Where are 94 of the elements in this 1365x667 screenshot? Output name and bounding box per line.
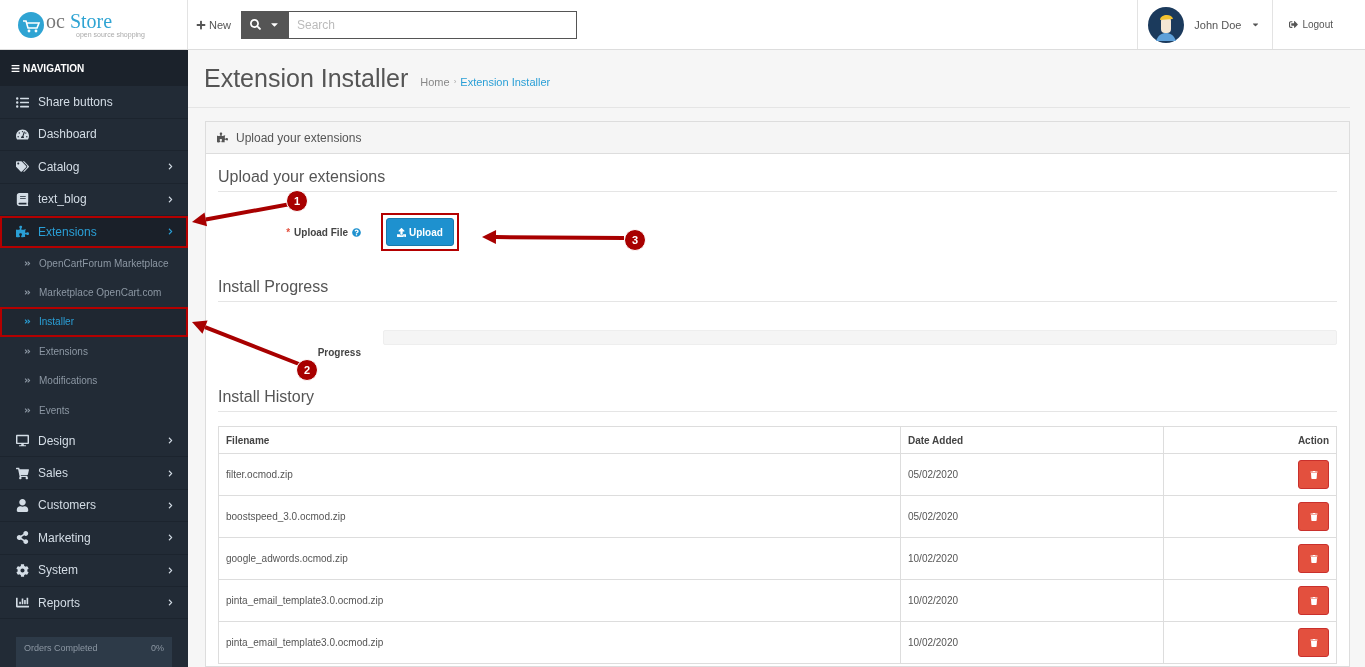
menu-icon [11, 63, 20, 73]
page-title: Extension Installer [204, 64, 409, 93]
table-cell: 05/02/2020 [900, 495, 1164, 538]
nav-subitem[interactable]: Extensions [0, 336, 188, 367]
table-cell: filter.ocmod.zip [218, 453, 901, 496]
section-heading: Install History [218, 382, 1337, 412]
cart-icon [16, 466, 29, 480]
puzzle-icon [16, 225, 29, 239]
double-chevron-icon [24, 289, 31, 296]
chevron-icon [167, 163, 174, 171]
nav-item[interactable]: System [0, 554, 188, 587]
table-cell: google_adwords.ocmod.zip [218, 537, 901, 580]
gear-icon [16, 563, 29, 577]
logo-text: oc Store [46, 11, 114, 31]
delete-button[interactable] [1298, 586, 1329, 615]
search-dropdown-button[interactable] [241, 10, 289, 39]
user-icon [16, 499, 29, 512]
share-icon [16, 531, 29, 545]
chevron-icon [167, 502, 174, 509]
trash-icon [1309, 554, 1318, 563]
nav-item[interactable]: text_blog [0, 183, 188, 216]
table-cell: pinta_email_template3.0.ocmod.zip [218, 621, 901, 664]
nav-item[interactable]: Marketing [0, 522, 188, 555]
sign-out-icon [1289, 20, 1299, 29]
upload-button[interactable]: Upload [386, 218, 454, 246]
nav-item[interactable]: Reports [0, 587, 188, 620]
table-cell: 10/02/2020 [900, 579, 1164, 622]
cart-logo-icon [18, 11, 44, 38]
navigation-heading: NAVIGATION [0, 50, 188, 87]
delete-button[interactable] [1298, 628, 1329, 657]
nav-item[interactable]: Dashboard [0, 118, 188, 152]
nav-item[interactable]: Customers [0, 489, 188, 523]
breadcrumb-separator: › [453, 77, 457, 86]
delete-button[interactable] [1298, 460, 1329, 489]
field-label: * Upload File [218, 226, 383, 238]
double-chevron-icon [24, 347, 31, 355]
panel-heading: Upload your extensions [206, 122, 1349, 154]
chevron-icon [167, 228, 174, 236]
plus-icon [196, 19, 206, 30]
gauge-icon [16, 127, 29, 141]
trash-icon [1309, 470, 1318, 479]
monitor-icon [16, 434, 29, 448]
double-chevron-icon [24, 406, 31, 414]
trash-icon [1309, 596, 1318, 605]
chevron-icon [167, 469, 174, 477]
nav-subitem[interactable]: Events [0, 395, 188, 425]
nav-item[interactable]: Design [0, 424, 188, 458]
logout-button[interactable]: Logout [1273, 0, 1365, 49]
nav-subitem[interactable]: Installer [0, 307, 188, 337]
column-header: Filename [218, 426, 901, 454]
puzzle-icon [217, 132, 228, 143]
trash-icon [1309, 512, 1318, 521]
nav-item[interactable]: Share buttons [0, 86, 188, 119]
nav-subitem[interactable]: OpenCartForum Marketplace [0, 248, 188, 278]
nav-subitem[interactable]: Marketplace OpenCart.com [0, 277, 188, 308]
nav-item[interactable]: Catalog [0, 151, 188, 184]
column-header: Date Added [900, 426, 1164, 454]
table-cell: 05/02/2020 [900, 453, 1164, 496]
chevron-icon [167, 566, 174, 574]
column-header: Action [1163, 426, 1337, 454]
chevron-icon [167, 437, 174, 445]
chevron-icon [167, 195, 174, 203]
table-cell: pinta_email_template3.0.ocmod.zip [218, 579, 901, 622]
delete-button[interactable] [1298, 544, 1329, 573]
section-heading: Install Progress [218, 272, 1337, 302]
trash-icon [1309, 638, 1318, 647]
list-icon [16, 95, 29, 109]
book-icon [16, 192, 29, 206]
field-label: Progress [316, 346, 362, 358]
upload-icon [397, 227, 406, 237]
table-cell: boostspeed_3.0.ocmod.zip [218, 495, 901, 538]
help-icon[interactable] [352, 227, 361, 237]
delete-button[interactable] [1298, 502, 1329, 531]
user-menu[interactable]: John Doe [1137, 0, 1274, 49]
section-heading: Upload your extensions [218, 162, 1337, 192]
nav-item[interactable]: Extensions [0, 215, 188, 249]
table-cell: 10/02/2020 [900, 537, 1164, 580]
chevron-icon [167, 534, 174, 542]
bar-chart-icon [16, 596, 29, 610]
avatar-icon [1148, 6, 1185, 43]
search-icon [250, 19, 261, 30]
double-chevron-icon [24, 259, 31, 267]
search-field[interactable]: Search [289, 10, 577, 39]
double-chevron-icon [24, 318, 31, 326]
double-chevron-icon [24, 377, 31, 385]
nav-item[interactable]: Sales [0, 457, 188, 490]
caret-icon [1251, 20, 1261, 29]
new-button[interactable]: New [196, 0, 231, 49]
nav-subitem[interactable]: Modifications [0, 366, 188, 396]
chevron-icon [167, 599, 174, 607]
table-cell: 10/02/2020 [900, 621, 1164, 664]
required-marker: * [286, 226, 291, 238]
stats-card: Orders Completed 0% [16, 637, 172, 667]
tags-icon [16, 160, 29, 174]
